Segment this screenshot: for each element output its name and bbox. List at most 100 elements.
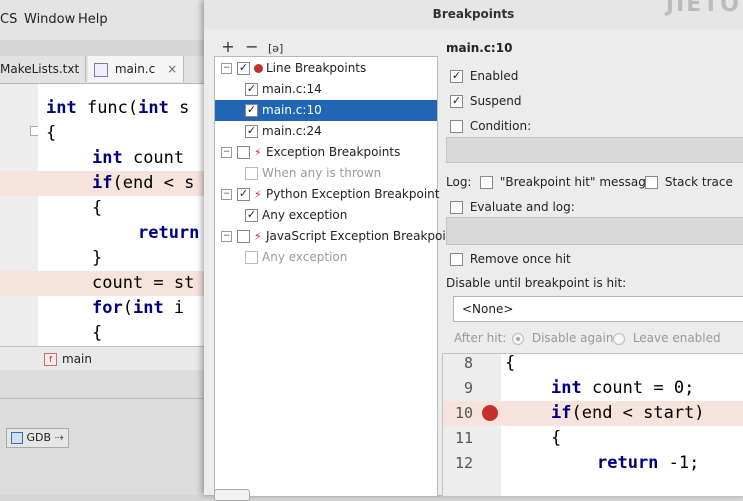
tree-row-label: Any exception — [262, 208, 348, 222]
code-line: { — [92, 198, 103, 218]
disable-until-dropdown[interactable]: <None> — [453, 296, 743, 322]
tree-breakpoint-row[interactable]: When any is thrown — [215, 163, 437, 184]
debug-panel: GDB ⇢ — [0, 370, 205, 495]
breakpoint-checkbox[interactable]: ✓ — [237, 62, 250, 75]
preview-code-line: int count = 0; — [551, 378, 695, 398]
log-message-checkbox[interactable]: "Breakpoint hit" message — [480, 175, 653, 189]
code-line: count = st — [92, 273, 195, 293]
breakpoint-checkbox[interactable] — [245, 167, 258, 180]
tree-breakpoint-row[interactable]: ✓ main.c:14 — [215, 79, 437, 100]
enabled-checkbox[interactable]: ✓ Enabled — [450, 69, 518, 83]
help-button[interactable] — [214, 489, 250, 501]
condition-label: Condition: — [469, 119, 532, 133]
tree-breakpoint-row[interactable]: Any exception — [215, 247, 437, 268]
breakpoint-icon — [482, 405, 498, 421]
tree-row-label: Line Breakpoints — [266, 61, 367, 75]
breakpoint-checkbox[interactable] — [245, 251, 258, 264]
enabled-label: Enabled — [469, 69, 519, 83]
breakpoint-checkbox[interactable]: ✓ — [245, 104, 258, 117]
preview-line-number: 8 — [463, 354, 473, 372]
tree-group-row[interactable]: − ✓ ⚡ Python Exception Breakpoint — [215, 184, 439, 205]
exception-breakpoint-icon: ⚡ — [254, 146, 262, 159]
preview-line-number: 10 — [454, 404, 473, 422]
tree-group-row[interactable]: − ✓ Line Breakpoints — [215, 58, 437, 79]
code-line: int count — [92, 148, 185, 168]
breakpoint-checkbox[interactable] — [237, 146, 250, 159]
leave-enabled-radio[interactable]: Leave enabled — [613, 331, 721, 345]
close-icon[interactable]: × — [167, 62, 177, 76]
tree-breakpoint-row[interactable]: ✓ Any exception — [215, 205, 437, 226]
dialog-title: Breakpoints — [204, 0, 743, 30]
collapse-icon[interactable]: − — [221, 147, 232, 158]
code-line: for(int i — [92, 298, 185, 318]
preview-line-number: 9 — [463, 379, 473, 397]
breakpoint-checkbox[interactable]: ✓ — [245, 83, 258, 96]
editor-gutter[interactable] — [0, 84, 40, 346]
collapse-icon[interactable]: − — [221, 63, 232, 74]
tree-group-row[interactable]: − ⚡ JavaScript Exception Breakpoints — [215, 226, 464, 247]
menu-bar: CS Window Help — [0, 0, 205, 40]
after-hit-label: After hit: — [454, 331, 507, 345]
condition-checkbox[interactable]: Condition: — [450, 119, 531, 133]
tab-cmakelists[interactable]: MakeLists.txt — [0, 56, 87, 82]
tree-row-label: main.c:14 — [262, 82, 322, 96]
editor-tab-bar: MakeLists.txt main.c × — [0, 56, 205, 84]
remove-once-hit-label: Remove once hit — [469, 252, 571, 266]
menu-item-help[interactable]: Help — [78, 12, 108, 27]
gdb-tab[interactable]: GDB ⇢ — [6, 428, 69, 448]
group-by-file-button[interactable]: [ǝ] — [266, 42, 286, 55]
tree-row-label: Exception Breakpoints — [266, 145, 401, 159]
function-icon: f — [44, 353, 57, 366]
line-breakpoint-icon — [254, 64, 263, 73]
evaluate-field[interactable] — [446, 217, 743, 245]
log-message-label: "Breakpoint hit" message — [499, 175, 654, 189]
preview-code-line: return -1; — [597, 453, 700, 473]
breakpoint-checkbox[interactable] — [237, 230, 250, 243]
collapse-icon[interactable]: − — [221, 231, 232, 242]
log-label: Log: — [446, 175, 472, 189]
menu-item-cs[interactable]: CS — [0, 12, 17, 27]
suspend-checkbox[interactable]: ✓ Suspend — [450, 94, 522, 108]
tree-breakpoint-row[interactable]: ✓ main.c:24 — [215, 121, 437, 142]
stack-trace-checkbox[interactable]: Stack trace — [645, 175, 733, 189]
tree-row-label: When any is thrown — [262, 166, 382, 180]
preview-code-line: { — [505, 353, 516, 373]
preview-line-number: 12 — [454, 454, 473, 472]
remove-once-hit-checkbox[interactable]: Remove once hit — [450, 252, 571, 266]
file-c-icon — [94, 62, 108, 77]
breakpoint-tree: − ✓ Line Breakpoints ✓ main.c:14 ✓ main.c:10 ✓ m… — [214, 56, 464, 497]
condition-field[interactable] — [446, 137, 743, 163]
disable-again-label: Disable again — [531, 331, 614, 345]
structure-bar: f main — [0, 346, 205, 371]
code-line: } — [92, 248, 103, 268]
code-line: int func(int s — [46, 98, 190, 118]
stack-trace-label: Stack trace — [664, 175, 733, 189]
checkbox-check-icon: ✓ — [450, 69, 463, 83]
checkbox-check-icon: ✓ — [450, 94, 463, 108]
tab-main-c[interactable]: main.c × — [88, 56, 185, 82]
menu-item-window[interactable]: Window — [24, 12, 75, 27]
code-line: return — [138, 223, 200, 243]
gdb-tab-label: GDB — [26, 431, 52, 444]
breakpoint-checkbox[interactable]: ✓ — [245, 209, 258, 222]
tree-row-label: JavaScript Exception Breakpoints — [266, 229, 465, 243]
disable-again-radio[interactable]: Disable again — [512, 331, 613, 345]
leave-enabled-label: Leave enabled — [632, 331, 721, 345]
source-preview: 8 {9 int count = 0; 10 if(end < start) 11 {12 r… — [442, 353, 743, 497]
tree-breakpoint-row[interactable]: ✓ main.c:10 — [215, 100, 437, 121]
remove-breakpoint-button[interactable]: − — [242, 37, 262, 56]
tree-group-row[interactable]: − ⚡ Exception Breakpoints — [215, 142, 437, 163]
code-editor[interactable]: int func(int s { int count if(end < s { … — [0, 84, 205, 346]
collapse-icon[interactable]: − — [221, 189, 232, 200]
structure-function-label[interactable]: main — [62, 352, 92, 366]
preview-code-line: if(end < start) — [551, 403, 705, 423]
preview-line-number: 11 — [454, 429, 473, 447]
watermark-logo: JIETO — [665, 0, 741, 17]
breakpoint-checkbox[interactable]: ✓ — [245, 125, 258, 138]
breakpoints-dialog: Breakpoints JIETO + − [ǝ] − ✓ Line Breakpo… — [204, 0, 743, 501]
breakpoint-checkbox[interactable]: ✓ — [237, 188, 250, 201]
tab-label: MakeLists.txt — [0, 62, 80, 76]
evaluate-checkbox[interactable]: Evaluate and log: — [450, 200, 575, 214]
tab-label: main.c — [114, 62, 156, 76]
add-breakpoint-button[interactable]: + — [218, 37, 238, 56]
